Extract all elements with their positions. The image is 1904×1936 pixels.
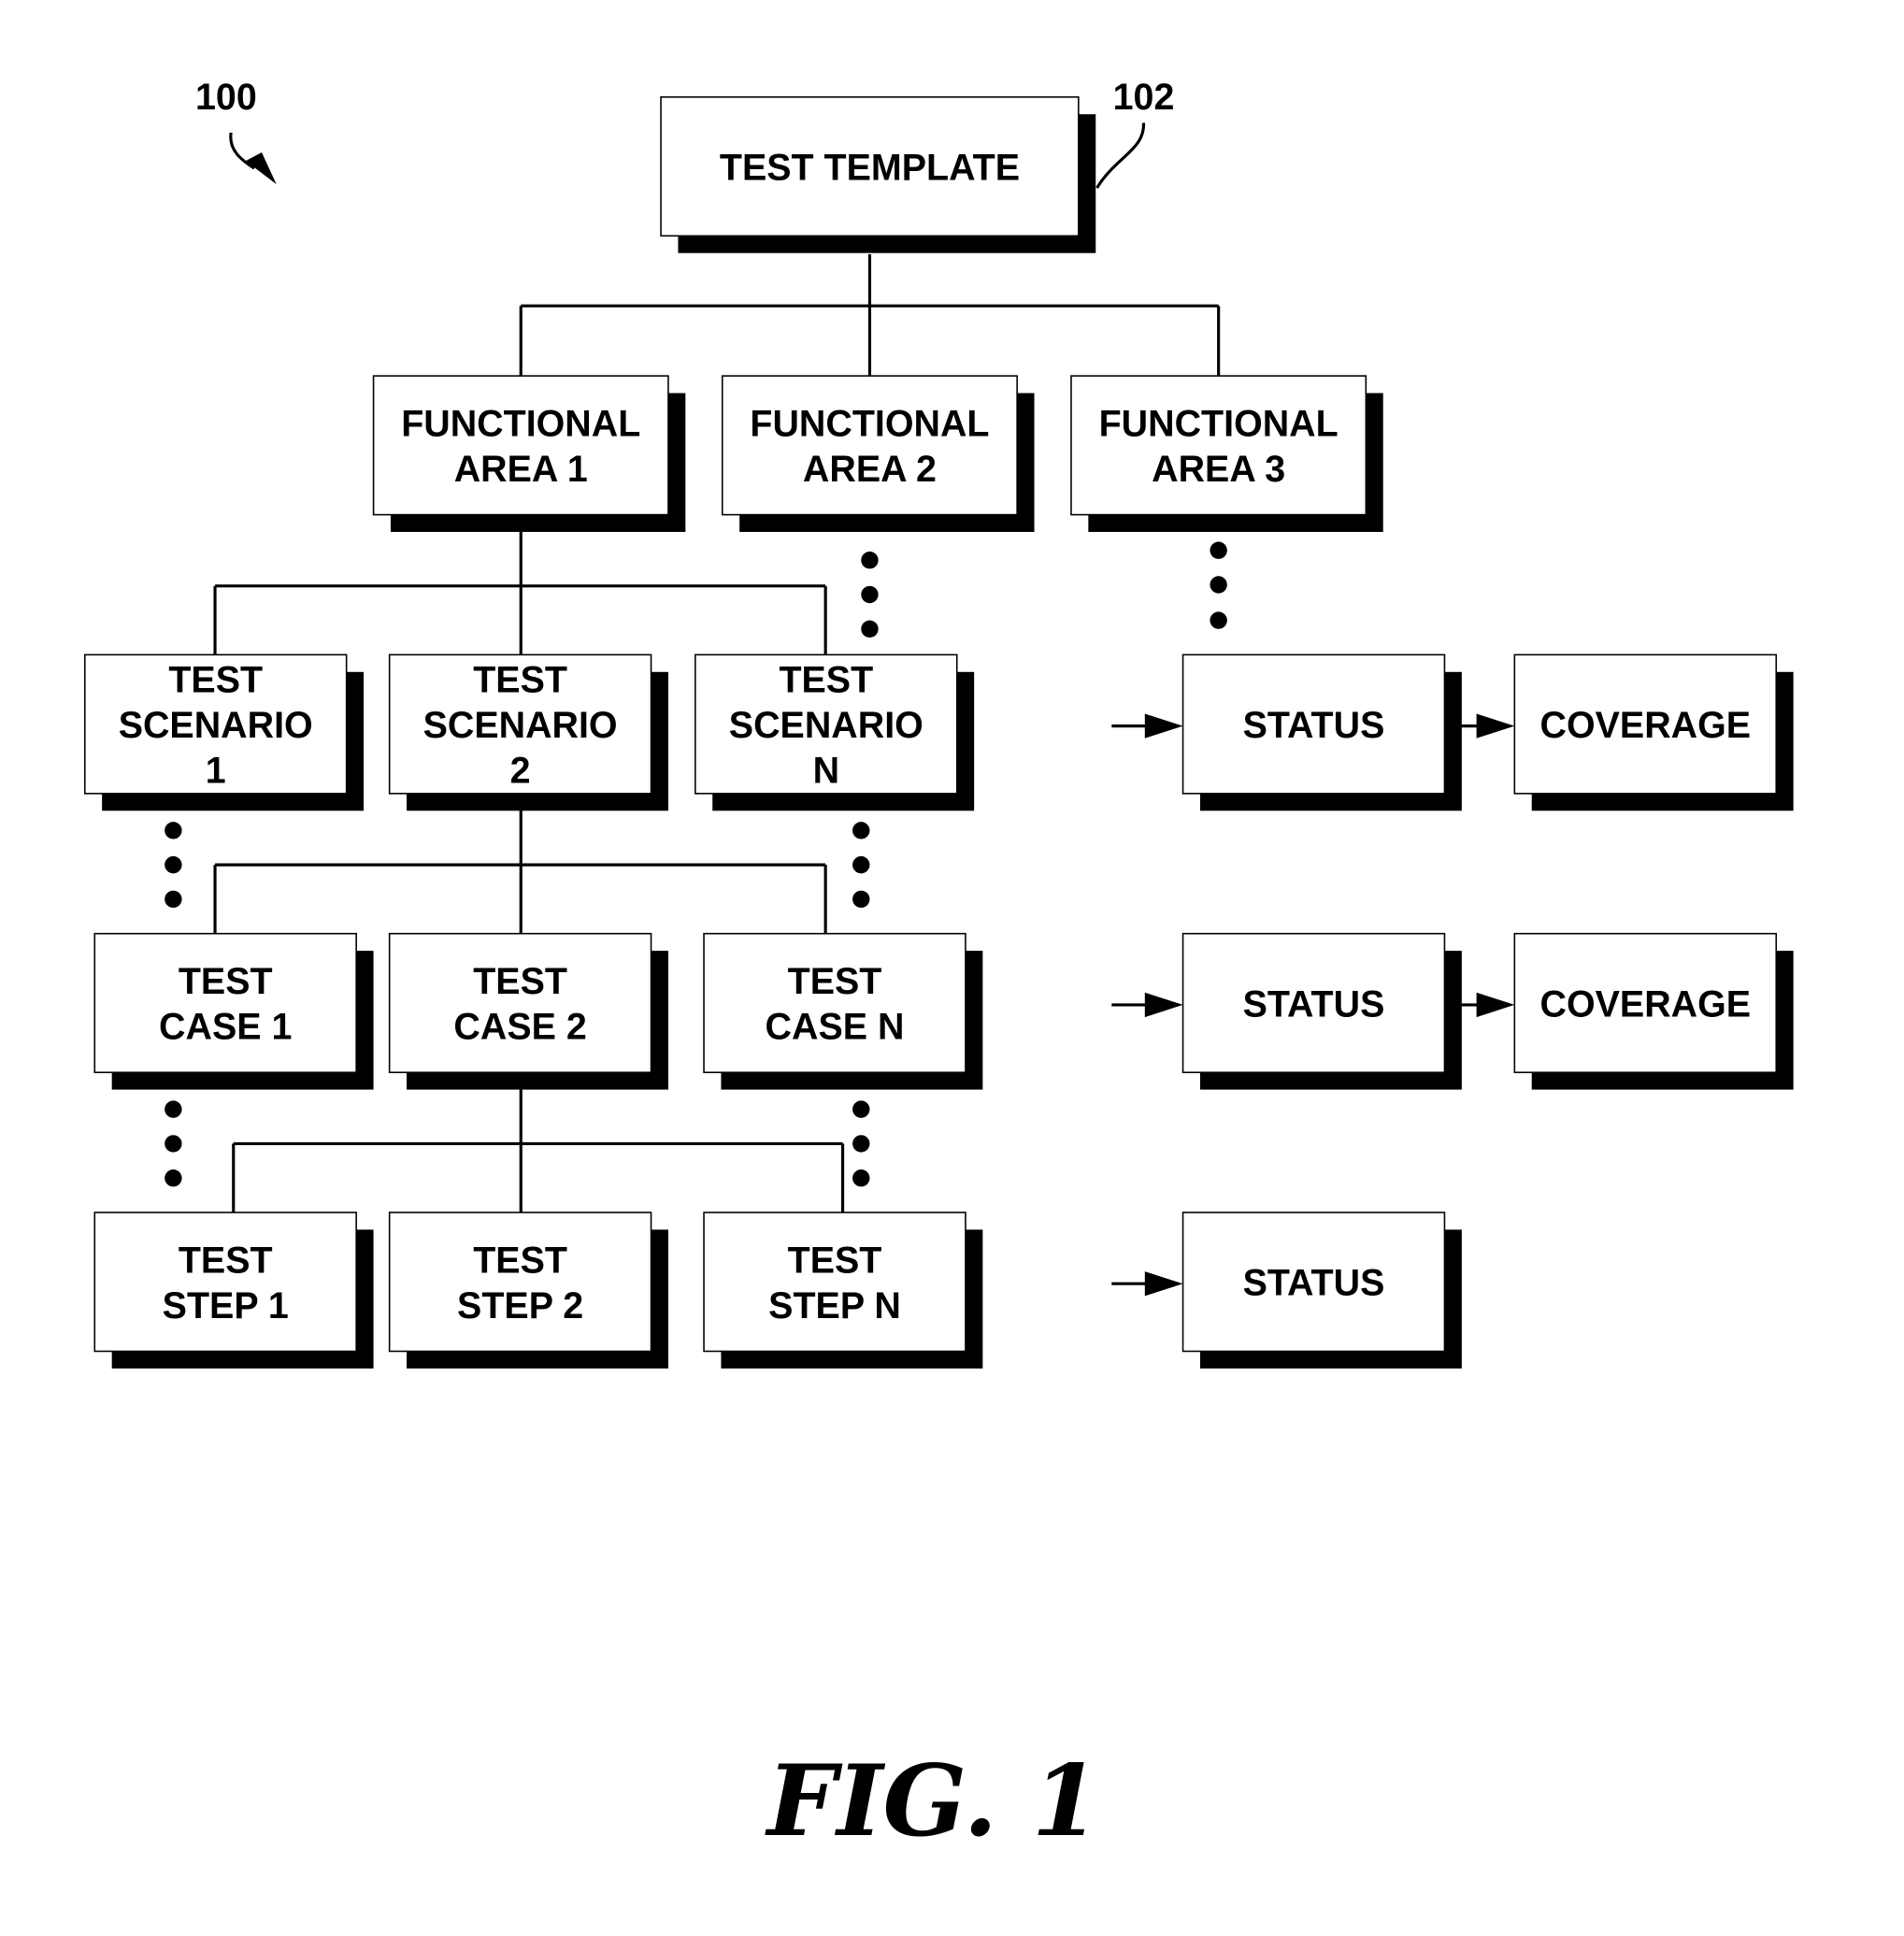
reference-number-102: 102 (1113, 77, 1175, 118)
test-case-box: TEST CASE 2 (388, 932, 668, 1090)
test-step-box-frame (388, 1212, 652, 1353)
functional-area-box-frame (372, 375, 669, 516)
test-scenario-box-label: 2 (510, 751, 531, 792)
test-scenario-box-label: TEST (168, 659, 263, 700)
test-scenario-box: TEST SCENARIO N (694, 653, 975, 811)
functional-area-box: FUNCTIONALAREA 2 (721, 375, 1035, 532)
functional-area-box-label: FUNCTIONAL (750, 404, 989, 445)
functional-area-box-frame (1070, 375, 1367, 516)
test-template-box-label: TEST TEMPLATE (720, 148, 1020, 189)
coverage-box: COVERAGE (1513, 653, 1794, 811)
test-step-box: TESTSTEP 1 (93, 1212, 374, 1369)
functional-area-box-label: AREA 1 (454, 449, 588, 490)
test-scenario-box-label: SCENARIO (119, 705, 313, 746)
test-case-box-label: TEST (179, 961, 273, 1002)
test-step-box-label: STEP N (768, 1285, 901, 1327)
test-case-box-frame (388, 932, 652, 1073)
test-scenario-box-label: N (813, 751, 839, 792)
test-step-box-label: STEP 1 (163, 1285, 289, 1327)
status-box-label: STATUS (1243, 983, 1385, 1025)
coverage-box-label: COVERAGE (1540, 705, 1752, 746)
figure-caption: FIG. 1 (765, 1742, 1100, 1858)
test-case-box-label: TEST (788, 961, 882, 1002)
test-case-box-label: CASE 1 (159, 1007, 292, 1048)
test-scenario-box-label: SCENARIO (729, 705, 923, 746)
test-scenario-box-label: 1 (206, 751, 226, 792)
status-box: STATUS (1181, 932, 1462, 1090)
test-scenario-box-label: SCENARIO (423, 705, 618, 746)
functional-area-box-label: AREA 3 (1152, 449, 1285, 490)
coverage-box: COVERAGE (1513, 932, 1794, 1090)
functional-area-box: FUNCTIONALAREA 1 (372, 375, 686, 532)
reference-number-100: 100 (195, 77, 257, 118)
test-case-box: TEST CASE 1 (93, 932, 374, 1090)
test-step-box-frame (93, 1212, 357, 1353)
test-case-box-frame (93, 932, 357, 1073)
reference-leader-102 (1095, 122, 1146, 189)
test-step-box-frame (703, 1212, 966, 1353)
test-case-box-label: CASE 2 (453, 1007, 586, 1048)
test-case-box-label: CASE N (766, 1007, 905, 1048)
test-case-box: TEST CASE N (703, 932, 983, 1090)
status-box: STATUS (1181, 1212, 1462, 1369)
test-case-box-label: TEST (473, 961, 567, 1002)
functional-area-box-label: FUNCTIONAL (401, 404, 640, 445)
test-template-box: TEST TEMPLATE (660, 96, 1096, 253)
functional-area-box-frame (721, 375, 1018, 516)
test-step-box-label: STEP 2 (457, 1285, 583, 1327)
test-step-box: TESTSTEP N (703, 1212, 983, 1369)
status-box-label: STATUS (1243, 705, 1385, 746)
reference-arrow-icon (229, 132, 277, 185)
test-scenario-box-label: TEST (473, 659, 567, 700)
test-step-box-label: TEST (179, 1240, 273, 1281)
test-scenario-box: TEST SCENARIO 1 (83, 653, 365, 811)
test-scenario-box-label: TEST (779, 659, 873, 700)
test-step-box-label: TEST (788, 1240, 882, 1281)
test-step-box: TESTSTEP 2 (388, 1212, 668, 1369)
coverage-box-label: COVERAGE (1540, 983, 1752, 1025)
status-box: STATUS (1181, 653, 1462, 811)
functional-area-box-label: FUNCTIONAL (1099, 404, 1339, 445)
status-box-label: STATUS (1243, 1263, 1385, 1304)
test-scenario-box: TEST SCENARIO 2 (388, 653, 668, 811)
functional-area-box: FUNCTIONALAREA 3 (1070, 375, 1383, 532)
test-case-box-frame (703, 932, 966, 1073)
functional-area-box-label: AREA 2 (803, 449, 937, 490)
test-step-box-label: TEST (473, 1240, 567, 1281)
test-hierarchy-diagram: 100 102 TEST TEMPLATEFUNCTIONALAREA 1FUN… (83, 77, 1794, 1858)
